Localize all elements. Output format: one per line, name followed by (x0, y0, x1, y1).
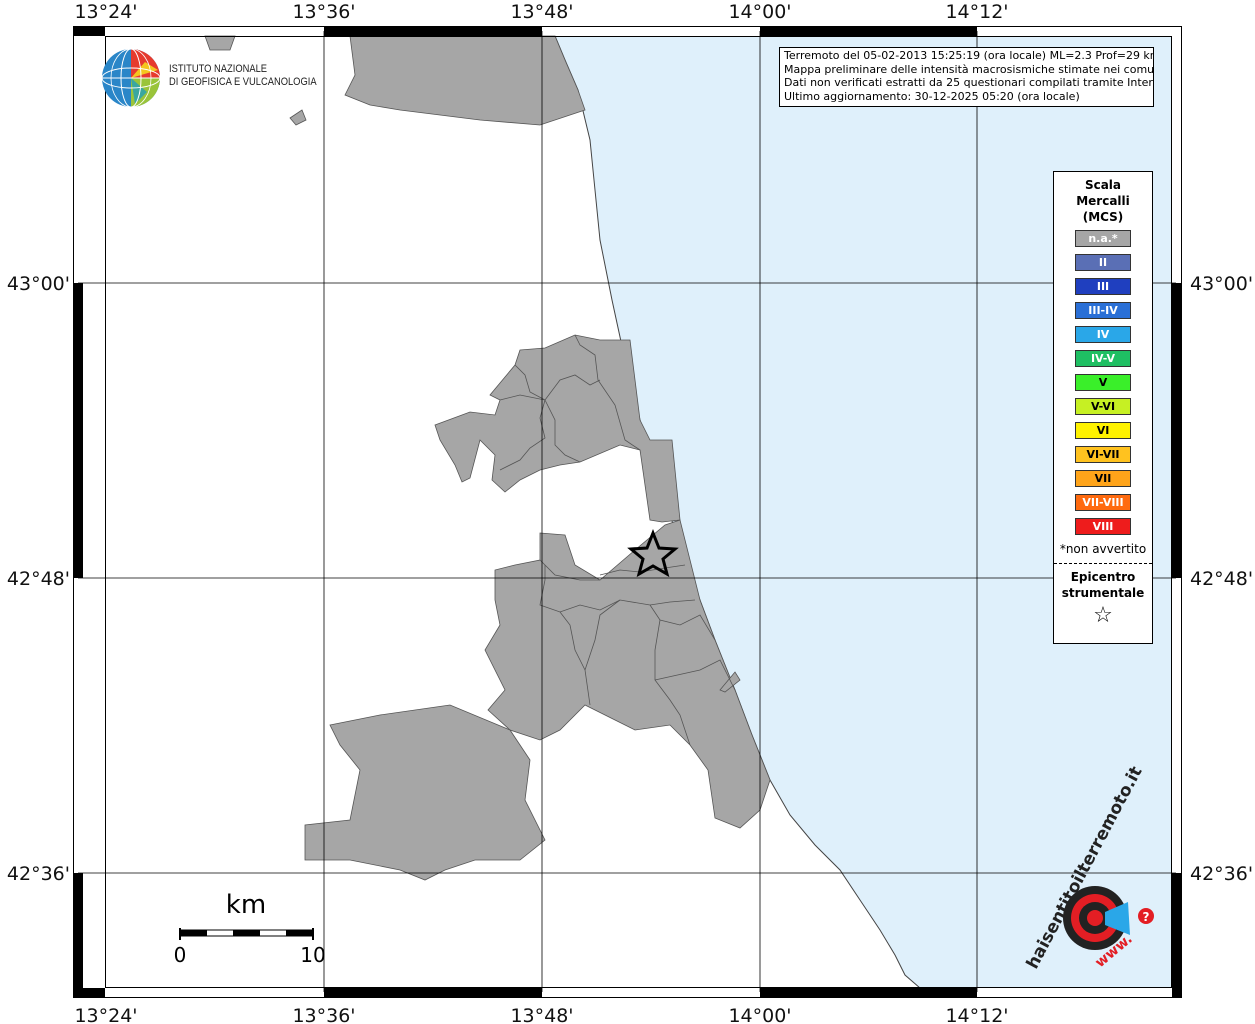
lat-label: 42°48' (1190, 568, 1253, 590)
legend-item: II (1075, 254, 1131, 271)
lat-label: 42°36' (7, 863, 70, 885)
info-line1: Terremoto del 05-02-2013 15:25:19 (ora l… (784, 49, 1154, 62)
legend-item: VI-VII (1075, 446, 1131, 463)
info-line4: Ultimo aggiornamento: 30-12-2025 05:20 (… (784, 89, 1080, 103)
lon-label: 14°00' (728, 1005, 791, 1024)
lon-label: 14°12' (945, 1005, 1008, 1024)
svg-text:?: ? (1143, 910, 1150, 924)
lat-labels-left: 43°00' 42°48' 42°36' (7, 273, 70, 885)
lat-label: 43°00' (1190, 273, 1253, 295)
legend-title: Scala Mercalli (MCS) (1054, 177, 1152, 225)
lon-label: 13°24' (74, 1, 137, 23)
ingv-logo-icon (101, 48, 161, 108)
legend-title-line3: (MCS) (1082, 210, 1124, 224)
ingv-line1: ISTITUTO NAZIONALE (169, 63, 268, 75)
lat-labels-right: 43°00' 42°48' 42°36' (1190, 273, 1253, 885)
legend-divider (1054, 563, 1152, 564)
legend-title-line2: Mercalli (1076, 194, 1130, 208)
legend-item: III-IV (1075, 302, 1131, 319)
lon-label: 13°48' (510, 1005, 573, 1024)
legend-epi-line2: strumentale (1061, 586, 1145, 600)
scale-min: 0 (174, 943, 187, 967)
info-line3: Dati non verificati estratti da 25 quest… (784, 76, 1154, 90)
info-line2: Mappa preliminare delle intensità macros… (784, 62, 1154, 76)
lon-label: 13°48' (510, 1, 573, 23)
legend-items: n.a.* II III III-IV IV IV-V V V-VI VI VI-VII VII VI… (1054, 230, 1152, 535)
ingv-line2: DI GEOFISICA E VULCANOLOGIA (169, 76, 317, 88)
legend-item: n.a.* (1075, 230, 1131, 247)
event-info-box: Terremoto del 05-02-2013 15:25:19 (ora l… (779, 47, 1154, 107)
legend-item: VI (1075, 422, 1131, 439)
lat-label: 43°00' (7, 273, 70, 295)
legend-item: IV (1075, 326, 1131, 343)
lat-label: 42°36' (1190, 863, 1253, 885)
legend-item: VII-VIII (1075, 494, 1131, 511)
legend-item: VIII (1075, 518, 1131, 535)
ingv-name: ISTITUTO NAZIONALE DI GEOFISICA E VULCAN… (169, 63, 317, 89)
lon-label: 13°24' (74, 1005, 137, 1024)
legend-item: VII (1075, 470, 1131, 487)
legend-star-icon: ☆ (1093, 603, 1113, 628)
legend-item: IV-V (1075, 350, 1131, 367)
lon-label: 13°36' (292, 1005, 355, 1024)
legend-epi-line1: Epicentro (1070, 570, 1136, 584)
intensity-legend: Scala Mercalli (MCS) n.a.* II III III-IV IV I… (1053, 171, 1153, 644)
scale-max: 10 (300, 943, 325, 967)
legend-item: V-VI (1075, 398, 1131, 415)
lon-labels-top: 13°24' 13°36' 13°48' 14°00' 14°12' (74, 1, 1008, 23)
legend-item: V (1075, 374, 1131, 391)
scale-bar: km 0 10 (174, 890, 326, 967)
lon-label: 14°00' (728, 1, 791, 23)
legend-item: III (1075, 278, 1131, 295)
legend-epicenter-label: Epicentro strumentale (1054, 569, 1152, 601)
lon-labels-bottom: 13°24' 13°36' 13°48' 14°00' 14°12' (74, 1005, 1008, 1024)
scale-unit: km (226, 890, 266, 920)
lon-label: 14°12' (945, 1, 1008, 23)
legend-note: *non avvertito (1059, 542, 1147, 556)
lon-label: 13°36' (292, 1, 355, 23)
legend-title-line1: Scala (1084, 178, 1122, 192)
lat-label: 42°48' (7, 568, 70, 590)
